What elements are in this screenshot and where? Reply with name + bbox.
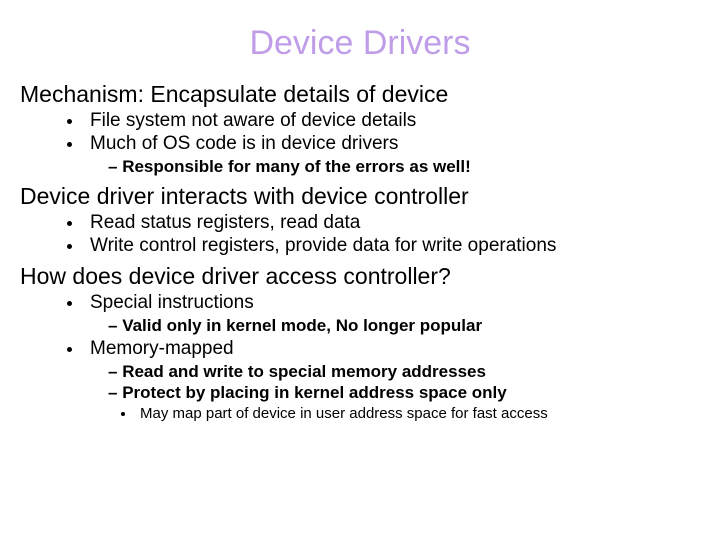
- list-item: May map part of device in user address s…: [136, 405, 700, 422]
- list-item: Read and write to special memory address…: [108, 362, 700, 382]
- list-item: Special instructions: [84, 292, 700, 314]
- bullet-list: Memory-mapped: [20, 338, 700, 360]
- section-heading: Device driver interacts with device cont…: [20, 183, 700, 210]
- list-item: Protect by placing in kernel address spa…: [108, 383, 700, 403]
- bullet-list: Special instructions: [20, 292, 700, 314]
- dash-list: Responsible for many of the errors as we…: [20, 157, 700, 177]
- bullet-list: Read status registers, read data Write c…: [20, 212, 700, 257]
- bullet-list: File system not aware of device details …: [20, 110, 700, 155]
- slide: Device Drivers Mechanism: Encapsulate de…: [0, 0, 720, 540]
- section-heading: Mechanism: Encapsulate details of device: [20, 81, 700, 108]
- dash-list: Valid only in kernel mode, No longer pop…: [20, 316, 700, 336]
- list-item: Valid only in kernel mode, No longer pop…: [108, 316, 700, 336]
- sub-bullet-list: May map part of device in user address s…: [20, 405, 700, 422]
- dash-list: Read and write to special memory address…: [20, 362, 700, 403]
- section-heading: How does device driver access controller…: [20, 263, 700, 290]
- list-item: Much of OS code is in device drivers: [84, 133, 700, 155]
- list-item: Memory-mapped: [84, 338, 700, 360]
- list-item: File system not aware of device details: [84, 110, 700, 132]
- list-item: Read status registers, read data: [84, 212, 700, 234]
- list-item: Responsible for many of the errors as we…: [108, 157, 700, 177]
- slide-title: Device Drivers: [20, 24, 700, 63]
- list-item: Write control registers, provide data fo…: [84, 235, 700, 257]
